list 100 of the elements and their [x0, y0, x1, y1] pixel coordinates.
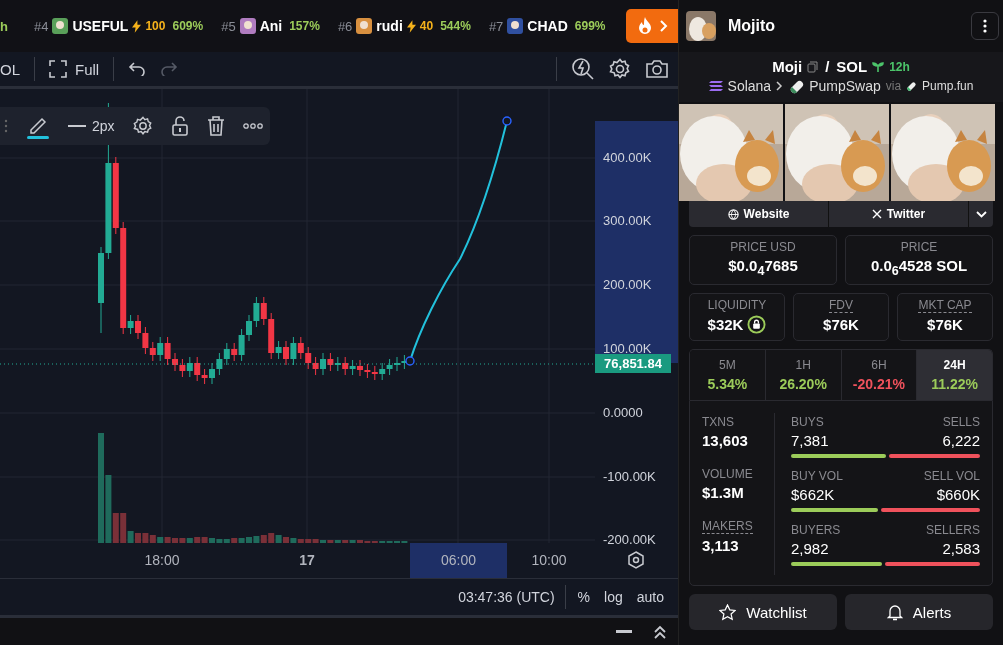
stat-label: MAKERS: [702, 519, 753, 534]
token-avatar-icon: [356, 18, 373, 34]
timeframe-tab[interactable]: 5M 5.34%: [690, 350, 766, 400]
settings-icon[interactable]: [609, 58, 631, 80]
buy-label: BUYS: [791, 415, 824, 429]
pair-age: 12h: [889, 59, 910, 74]
drag-handle-icon[interactable]: [4, 118, 8, 134]
sell-value: $660K: [936, 486, 980, 503]
line-icon: [68, 124, 86, 128]
time-label: 18:00: [143, 551, 181, 570]
alerts-button[interactable]: Alerts: [845, 594, 993, 630]
boost-count: 40: [419, 19, 434, 33]
stat-label: VOLUME: [702, 467, 753, 481]
launchpad-name[interactable]: Pump.fun: [922, 79, 974, 93]
camera-icon[interactable]: [645, 59, 669, 79]
trending-button[interactable]: [626, 9, 678, 43]
chevron-right-icon: [658, 19, 669, 33]
settings-icon[interactable]: [627, 551, 645, 569]
ticker-token-name[interactable]: CHAD: [527, 18, 568, 34]
price-label: PRICE: [900, 240, 938, 254]
token-avatar-icon: [507, 18, 524, 34]
watchlist-button[interactable]: Watchlist: [689, 594, 837, 630]
unlock-icon[interactable]: [170, 116, 189, 136]
price-value: $0.0$_{4}$7685: [728, 257, 798, 278]
sprout-icon: [872, 61, 885, 72]
metric-value: $76K: [927, 316, 963, 333]
ticker-change: h: [0, 18, 8, 34]
sell-label: SELLS: [942, 415, 980, 429]
chevron-down-icon: [975, 210, 987, 218]
more-icon[interactable]: [242, 123, 263, 129]
boost-count: 100: [145, 19, 166, 33]
price-tick: 400.00K: [603, 150, 652, 166]
metric-label: MKT CAP: [918, 298, 972, 313]
price-tick: 100.00K: [603, 341, 652, 357]
stat-value: 13,603: [702, 432, 748, 449]
dex-name[interactable]: PumpSwap: [809, 78, 881, 94]
clock-time: 03:47:36 (UTC): [458, 589, 555, 605]
metric-label: FDV: [829, 298, 853, 313]
quote-symbol: SOL: [836, 58, 868, 75]
time-label: 10:00: [530, 551, 568, 570]
scale-toggle[interactable]: %: [575, 589, 593, 605]
scale-toggle[interactable]: log: [602, 589, 625, 605]
price-tick: 0.0000: [603, 405, 643, 421]
metric-label: LIQUIDITY: [707, 298, 767, 312]
sell-value: 6,222: [942, 432, 980, 449]
pair-label[interactable]: OL: [0, 60, 20, 78]
sell-value: 2,583: [942, 540, 980, 557]
trash-icon[interactable]: [206, 116, 225, 136]
lightning-icon: [406, 19, 416, 33]
price-tick: -200.00K: [603, 532, 656, 548]
more-button[interactable]: [971, 12, 999, 40]
metric-value: $76K: [823, 316, 859, 333]
fullscreen-button[interactable]: Full: [49, 60, 100, 78]
token-avatar-icon: [239, 18, 256, 34]
minimize-icon[interactable]: [616, 629, 632, 634]
double-chevron-up-icon[interactable]: [654, 624, 666, 639]
ticker-token-name[interactable]: Ani: [259, 18, 283, 34]
ticker-rank: #5: [221, 18, 236, 34]
ticker-change: 609%: [172, 19, 204, 33]
separator-slash: /: [825, 58, 830, 75]
token-symbol: Moji: [772, 58, 803, 75]
ticker-change: 157%: [289, 19, 320, 33]
star-icon: [719, 603, 737, 621]
price-label: PRICE USD: [730, 240, 796, 254]
lightning-search-icon[interactable]: [571, 57, 595, 81]
stat-value: 3,113: [702, 537, 739, 554]
time-label: 06:00: [410, 543, 507, 578]
price-tick: 300.00K: [603, 213, 652, 229]
scale-toggle[interactable]: auto: [634, 589, 666, 605]
token-name: Mojito: [728, 17, 776, 35]
website-button[interactable]: Website: [689, 201, 829, 227]
ticker-token-name[interactable]: USEFUL: [72, 18, 129, 34]
chevron-right-icon: [776, 81, 784, 91]
trend-line-drawing[interactable]: [405, 116, 512, 366]
ticker-change: 699%: [574, 19, 606, 33]
time-label: 17: [298, 551, 316, 570]
price-tick: 200.00K: [603, 277, 652, 293]
ticker-rank: #7: [488, 18, 504, 34]
globe-icon: [727, 208, 739, 220]
stat-value: $1.3M: [702, 484, 744, 501]
copy-icon[interactable]: [807, 60, 819, 73]
settings-icon[interactable]: [132, 116, 153, 136]
via-label: via: [885, 79, 902, 93]
line-width-button[interactable]: 2px: [68, 118, 115, 134]
more-vertical-icon: [983, 19, 987, 33]
timeframe-tab[interactable]: 24H 11.22%: [917, 350, 992, 400]
stat-label: TXNS: [702, 415, 734, 429]
fullscreen-icon: [49, 60, 67, 78]
ticker-token-name[interactable]: rudi: [376, 18, 403, 34]
buy-value: 2,982: [791, 540, 829, 557]
twitter-button[interactable]: Twitter: [829, 201, 969, 227]
redo-icon[interactable]: [160, 62, 179, 76]
pill-icon: [788, 78, 805, 94]
undo-icon[interactable]: [128, 62, 147, 76]
chain-name[interactable]: Solana: [727, 78, 772, 94]
sell-label: SELLERS: [925, 523, 980, 537]
price-tick: -100.00K: [603, 469, 656, 485]
sell-label: SELL VOL: [923, 469, 980, 483]
current-price-label: 76,851.84: [595, 354, 671, 373]
solana-icon: [708, 80, 723, 92]
